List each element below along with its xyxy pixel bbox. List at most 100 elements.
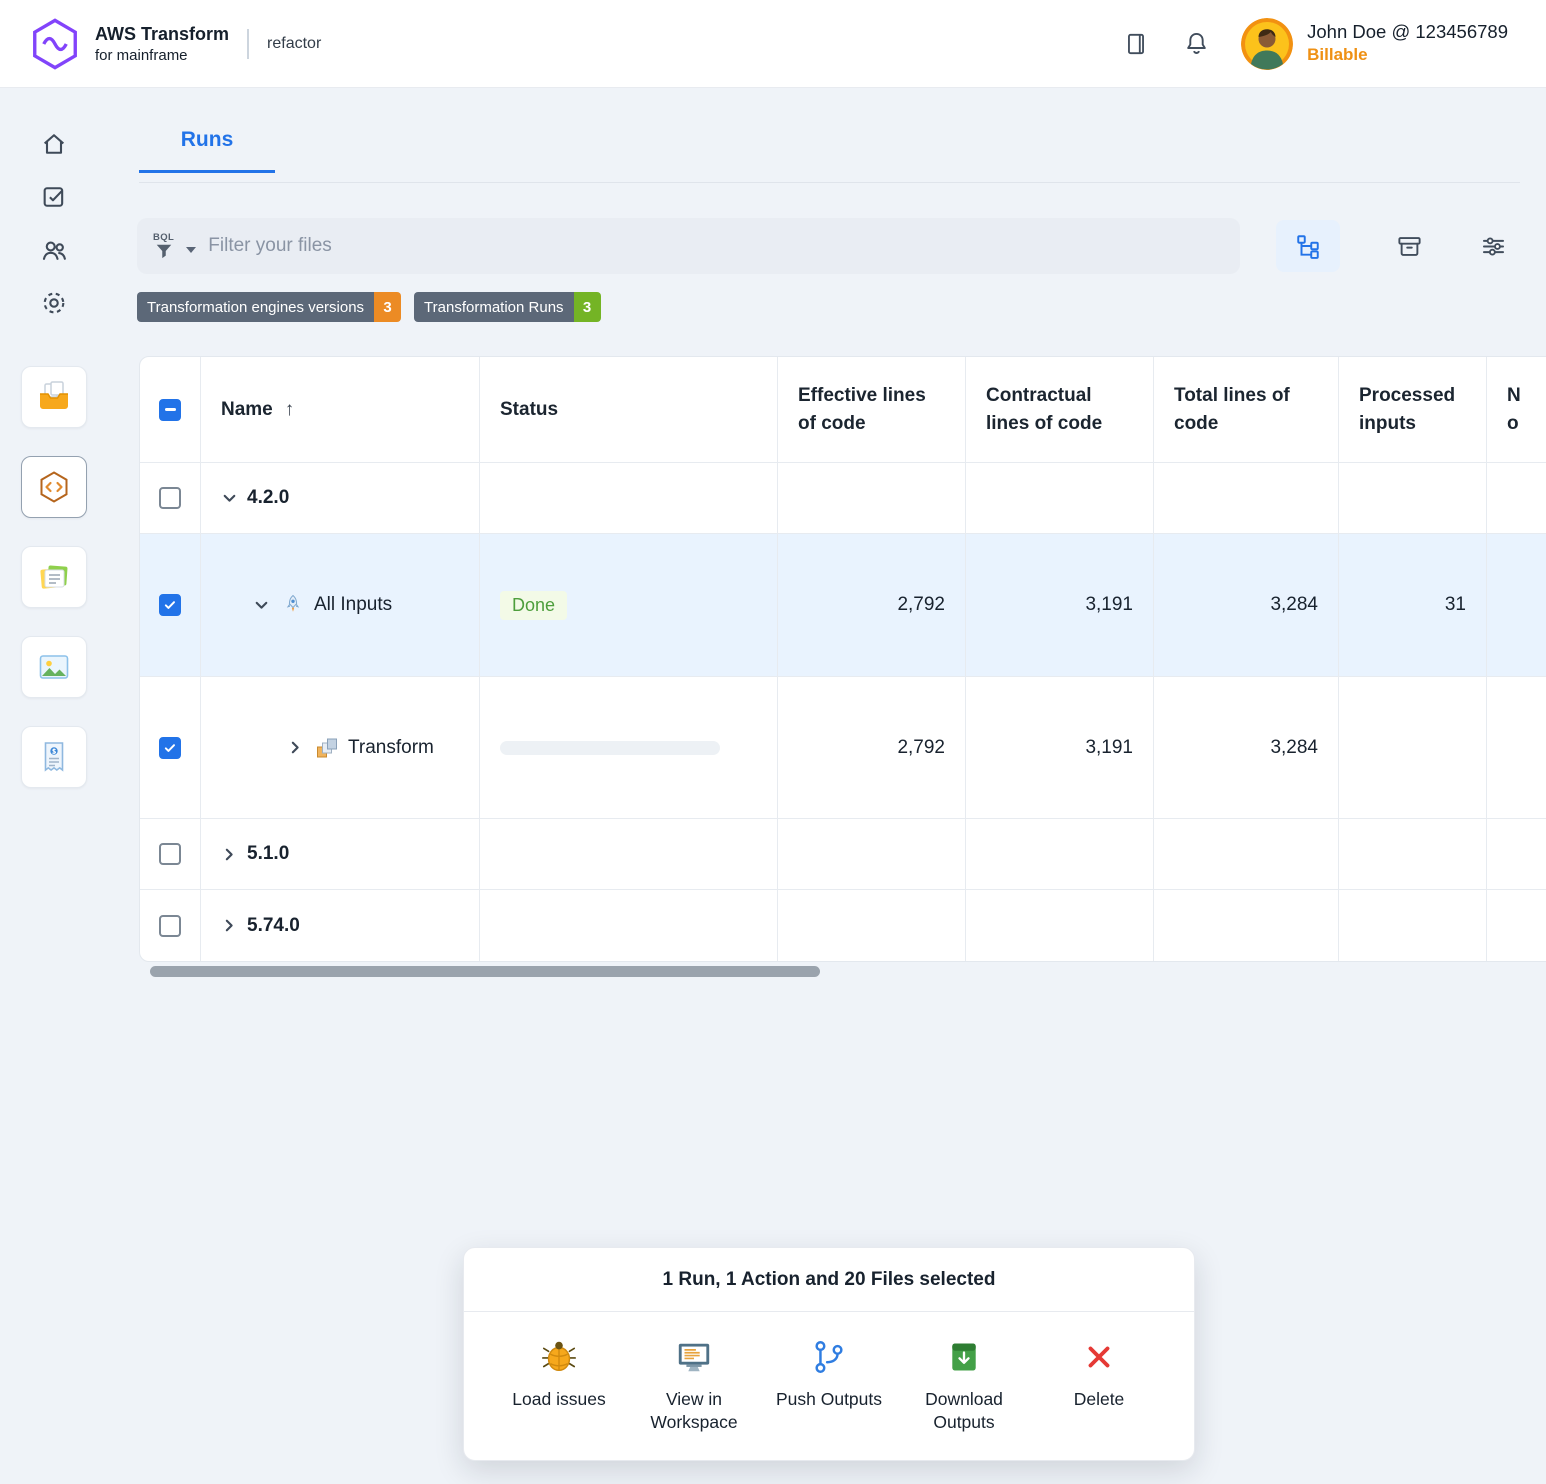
tree-view-button[interactable] <box>1276 220 1340 272</box>
chevron-right-icon[interactable] <box>287 739 304 756</box>
docs-icon[interactable] <box>1121 29 1151 59</box>
brand-subtitle: for mainframe <box>95 46 188 64</box>
sidebar-tool-gallery[interactable] <box>20 636 87 698</box>
action-label: Download Outputs <box>925 1389 1003 1432</box>
col-effective[interactable]: Effective lines of code <box>778 357 966 462</box>
sidebar-item-users[interactable] <box>40 236 68 264</box>
status-badge-done: Done <box>500 590 568 620</box>
runs-table: Name ↑ Status Effective lines of code Co… <box>139 356 1546 962</box>
action-view-in-workspace[interactable]: View in Workspace <box>633 1336 755 1434</box>
table-row-transform[interactable]: Transform 2,792 3,191 3,284 <box>140 677 1546 819</box>
sidebar-tool-notes[interactable] <box>20 546 87 608</box>
filter-bar[interactable]: BQL <box>137 218 1240 274</box>
sidebar-item-settings[interactable] <box>40 289 68 317</box>
col-name[interactable]: Name <box>221 396 273 424</box>
total-loc-value: 3,284 <box>1154 534 1339 676</box>
select-all-checkbox[interactable] <box>159 398 181 421</box>
row-checkbox[interactable] <box>159 843 181 865</box>
bell-icon[interactable] <box>1181 29 1211 59</box>
action-label: Delete <box>1073 1389 1125 1409</box>
package-icon <box>946 1336 982 1378</box>
table-row-version-5740[interactable]: 5.74.0 <box>140 890 1546 961</box>
row-checkbox[interactable] <box>159 736 181 759</box>
sidebar-tool-files[interactable] <box>20 366 87 428</box>
table-header-row: Name ↑ Status Effective lines of code Co… <box>140 357 1546 463</box>
row-checkbox[interactable] <box>159 487 181 509</box>
table-row-all-inputs[interactable]: All Inputs Done 2,792 3,191 3,284 31 <box>140 534 1546 677</box>
user-name: John Doe @ 123456789 <box>1307 21 1508 43</box>
filter-input[interactable] <box>208 235 1224 257</box>
home-icon <box>43 134 64 154</box>
app-name: refactor <box>267 34 322 52</box>
delete-x-icon <box>1082 1336 1116 1378</box>
sort-asc-icon[interactable]: ↑ <box>285 396 295 424</box>
run-group-name: 5.1.0 <box>247 843 290 864</box>
run-name: All Inputs <box>314 594 393 615</box>
sidebar-item-tasks[interactable] <box>40 183 68 211</box>
action-name: Transform <box>348 736 434 758</box>
run-group-name: 5.74.0 <box>247 914 300 936</box>
sliders-icon <box>1482 236 1504 256</box>
chip-transformation-runs-count: 3 <box>573 292 601 322</box>
tab-runs[interactable]: Runs <box>139 128 275 173</box>
gear-icon <box>43 292 64 314</box>
brand-title: AWS Transform <box>95 23 230 44</box>
row-checkbox[interactable] <box>159 914 181 937</box>
action-delete[interactable]: Delete <box>1038 1336 1160 1434</box>
rocket-icon <box>281 593 305 617</box>
horizontal-scrollbar-thumb[interactable] <box>150 966 820 977</box>
tasks-icon <box>43 187 63 207</box>
brand: AWS Transform for mainframe refactor <box>28 17 321 71</box>
chevron-down-icon[interactable] <box>253 597 270 614</box>
chip-engine-versions-count: 3 <box>374 292 402 322</box>
chevron-right-icon[interactable] <box>221 846 238 863</box>
action-push-outputs[interactable]: Push Outputs <box>768 1336 890 1434</box>
col-contractual[interactable]: Contractual lines of code <box>966 357 1154 462</box>
col-truncated[interactable]: N o <box>1487 357 1546 462</box>
main-content: Runs BQL Filter your files Transformatio… <box>107 88 1546 1484</box>
bql-label: BQL <box>153 232 175 243</box>
bql-funnel-icon[interactable]: BQL <box>153 232 174 260</box>
effective-loc-value: 2,792 <box>778 677 966 818</box>
tabs-divider <box>139 182 1520 183</box>
contractual-loc-value: 3,191 <box>966 677 1154 818</box>
progress-bar <box>500 740 720 755</box>
tree-icon <box>1297 235 1319 259</box>
sidebar-tool-refactor[interactable] <box>20 456 87 518</box>
chip-engine-versions[interactable]: Transformation engines versions 3 <box>137 292 402 322</box>
total-loc-value: 3,284 <box>1154 677 1339 818</box>
sidebar-tool-billing[interactable] <box>20 726 87 788</box>
files-tool-icon <box>39 381 68 409</box>
notes-tool-icon <box>39 565 67 589</box>
selection-summary: 1 Run, 1 Action and 20 Files selected <box>464 1248 1194 1312</box>
top-bar: AWS Transform for mainframe refactor Joh… <box>0 0 1546 88</box>
brand-divider <box>247 28 250 59</box>
table-row-version-420[interactable]: 4.2.0 <box>140 463 1546 534</box>
table-row-version-510[interactable]: 5.1.0 <box>140 819 1546 890</box>
chip-transformation-runs[interactable]: Transformation Runs 3 <box>414 292 601 322</box>
action-label: View in Workspace <box>650 1389 738 1432</box>
row-checkbox[interactable] <box>159 594 181 616</box>
caret-down-icon[interactable] <box>186 247 197 253</box>
selection-panel: 1 Run, 1 Action and 20 Files selected Lo… <box>463 1247 1195 1461</box>
archive-button[interactable] <box>1394 231 1424 261</box>
col-processed[interactable]: Processed inputs <box>1339 357 1487 462</box>
bug-icon <box>540 1336 578 1378</box>
chevron-down-icon[interactable] <box>221 490 238 507</box>
action-download-outputs[interactable]: Download Outputs <box>903 1336 1025 1434</box>
horizontal-scrollbar[interactable] <box>139 966 1530 977</box>
view-settings-button[interactable] <box>1478 231 1508 261</box>
col-status[interactable]: Status <box>480 357 778 462</box>
sidebar-item-home[interactable] <box>40 130 68 158</box>
monitor-icon <box>675 1336 713 1378</box>
avatar[interactable] <box>1241 17 1294 70</box>
chip-transformation-runs-label: Transformation Runs <box>414 292 574 322</box>
chevron-right-icon[interactable] <box>221 917 238 934</box>
brand-logo-icon <box>28 17 82 71</box>
transform-icon <box>315 736 339 760</box>
sidebar <box>0 88 107 1484</box>
col-total[interactable]: Total lines of code <box>1154 357 1339 462</box>
refactor-tool-icon <box>40 471 67 503</box>
run-group-name: 4.2.0 <box>247 487 290 508</box>
action-load-issues[interactable]: Load issues <box>498 1336 620 1434</box>
